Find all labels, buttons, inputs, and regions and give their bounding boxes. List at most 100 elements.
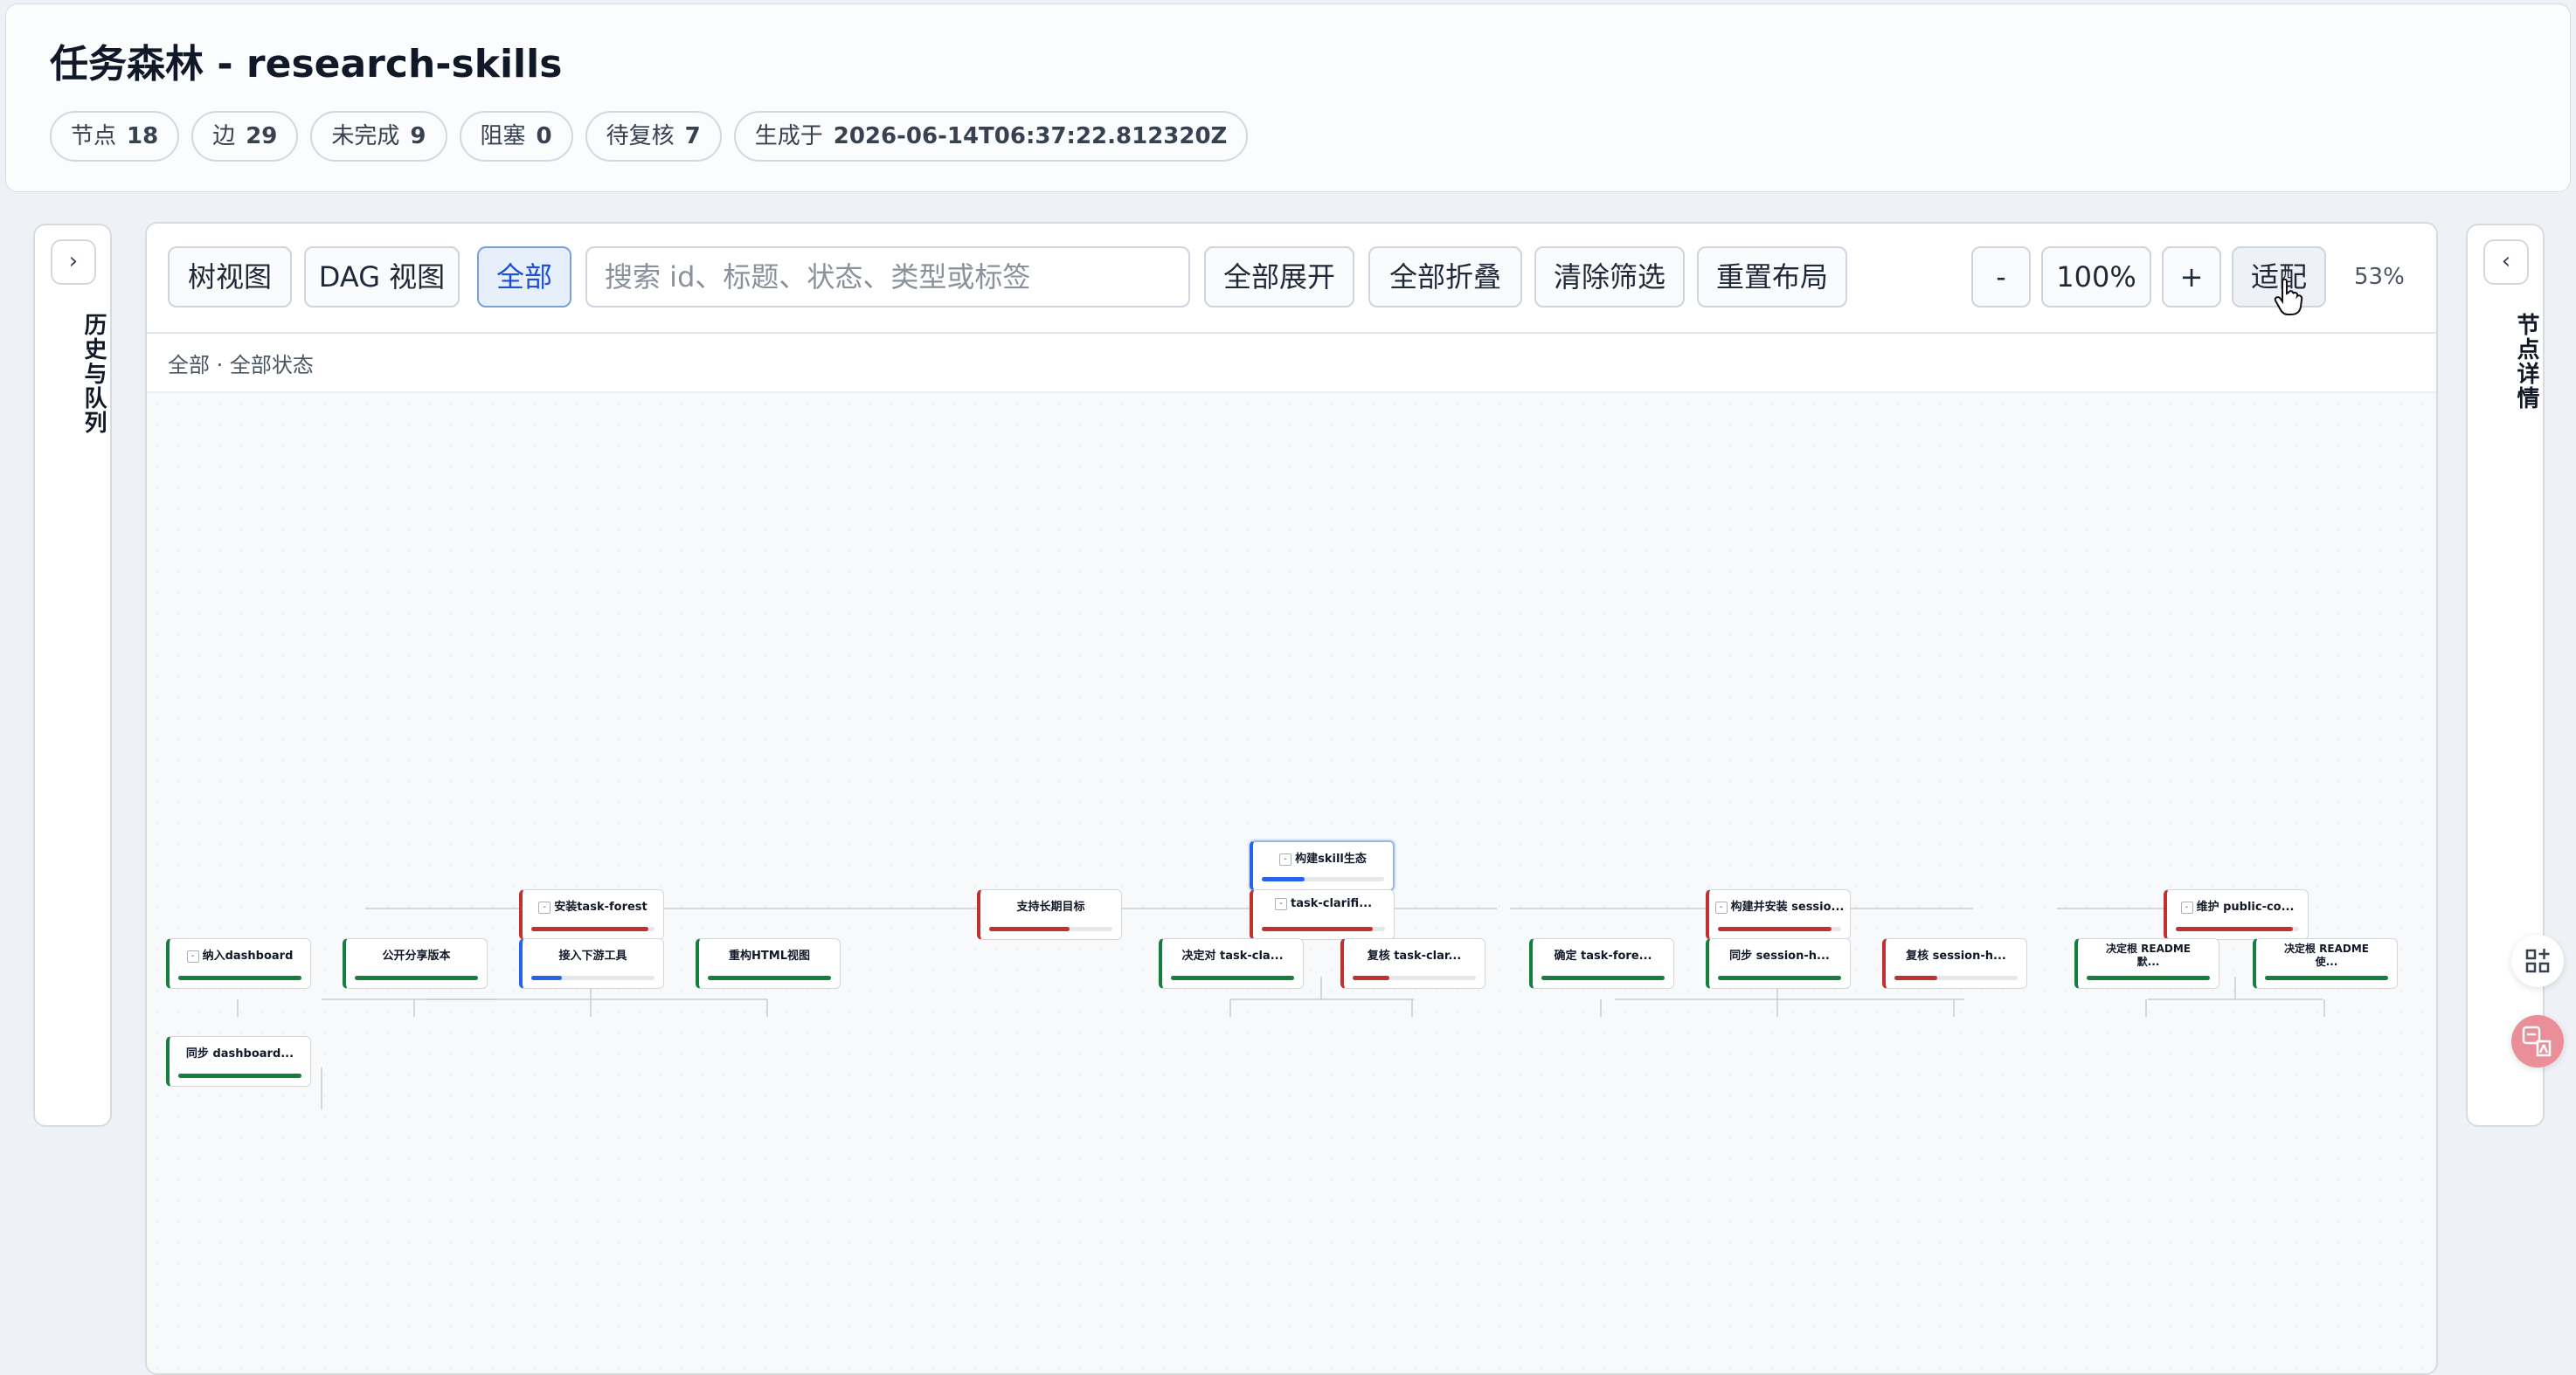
filter-status-bar: 全部 · 全部状态 [147, 334, 2436, 393]
tree-node[interactable]: 复核 session-h... [1882, 938, 2027, 989]
node-title-text: 支持长期目标 [1016, 901, 1085, 914]
translate-float-button[interactable] [2511, 1015, 2564, 1068]
tree-node[interactable]: 同步 session-h... [1706, 938, 1851, 989]
zoom-in-button[interactable]: + [2162, 246, 2221, 307]
node-progress-fill [531, 927, 648, 931]
expand-all-button[interactable]: 全部展开 [1204, 246, 1354, 307]
node-progress-fill [1894, 976, 1938, 980]
tree-node[interactable]: 确定 task-fore... [1529, 938, 1674, 989]
node-title: 决定根 README 默... [2078, 943, 2219, 969]
collapse-all-button[interactable]: 全部折叠 [1368, 246, 1522, 307]
stat-chip-blocked: 阻塞 0 [459, 111, 573, 162]
filter-status-text: 全部 · 全部状态 [168, 353, 314, 377]
dag-view-button[interactable]: DAG 视图 [304, 246, 460, 307]
node-progress-bar [708, 976, 831, 980]
filter-all-button[interactable]: 全部 [477, 246, 571, 307]
collapse-toggle-icon[interactable]: - [186, 950, 199, 963]
tree-node[interactable]: - 安装task-forest [519, 889, 664, 940]
node-progress-bar [989, 927, 1112, 931]
node-title: 确定 task-fore... [1533, 946, 1673, 963]
node-title-text: 重构HTML视图 [729, 950, 810, 963]
history-queue-label: 历史与队列 [80, 313, 107, 435]
graph-canvas[interactable]: - 构建skill生态 - 安装task-forest 支持长期目标 - task-clar… [147, 393, 2436, 1373]
clear-filters-button[interactable]: 清除筛选 [1534, 246, 1685, 307]
stats-chips: 节点 18 边 29 未完成 9 阻塞 0 待复核 7 生成于 2026-06-14T06:… [50, 111, 1249, 162]
translate-icon [2522, 1026, 2552, 1057]
grid-plus-icon [2525, 949, 2550, 973]
tree-node[interactable]: - 构建skill生态 [1250, 840, 1395, 891]
node-title-text: 构建skill生态 [1295, 853, 1367, 866]
node-title: 复核 session-h... [1886, 946, 2026, 963]
node-title-text: 决定根 README 默... [2105, 943, 2191, 968]
node-progress-bar [2176, 927, 2299, 931]
node-detail-label: 节点详情 [2513, 313, 2539, 411]
collapse-toggle-icon[interactable]: - [2180, 901, 2193, 914]
tree-node[interactable]: 决定根 README 使... [2253, 938, 2398, 989]
tree-node[interactable]: 重构HTML视图 [696, 938, 841, 989]
collapse-toggle-icon[interactable]: - [1279, 853, 1292, 866]
apps-float-button[interactable] [2511, 935, 2564, 987]
tree-node[interactable]: 决定对 task-cla... [1159, 938, 1304, 989]
node-title: - task-clarifi... [1253, 897, 1394, 910]
node-progress-fill [1171, 976, 1294, 980]
tree-node[interactable]: - 纳入dashboard [166, 938, 311, 989]
tree-node[interactable]: 支持长期目标 [977, 889, 1122, 940]
stat-chip-incomplete: 未完成 9 [310, 111, 447, 162]
node-progress-fill [708, 976, 831, 980]
expand-right-panel-button[interactable]: ‹ [2483, 239, 2529, 285]
node-progress-fill [178, 1074, 301, 1078]
node-title-text: 公开分享版本 [382, 950, 451, 963]
node-progress-fill [2176, 927, 2293, 931]
node-title: 同步 dashboard... [170, 1044, 310, 1061]
reset-layout-button[interactable]: 重置布局 [1697, 246, 1847, 307]
stat-chip-nodes: 节点 18 [50, 111, 180, 162]
hand-cursor-icon [2274, 278, 2303, 315]
zoom-value[interactable]: 100% [2041, 246, 2151, 307]
node-title: - 纳入dashboard [170, 946, 310, 963]
node-title: 决定对 task-cla... [1162, 946, 1303, 963]
tree-node[interactable]: 决定根 README 默... [2074, 938, 2219, 989]
node-title-text: 决定根 README 使... [2283, 943, 2369, 968]
search-input[interactable] [585, 246, 1190, 307]
node-title-text: 纳入dashboard [202, 950, 294, 963]
expand-left-panel-button[interactable]: › [51, 239, 96, 285]
node-progress-fill [1262, 927, 1373, 931]
node-progress-bar [355, 976, 478, 980]
tree-node[interactable]: - task-clarifi... [1250, 889, 1395, 940]
tree-node[interactable]: 接入下游工具 [519, 938, 664, 989]
history-queue-panel: › 历史与队列 [33, 224, 112, 1127]
tree-node[interactable]: - 维护 public-co... [2164, 889, 2309, 940]
node-title: 复核 task-clar... [1344, 946, 1485, 963]
zoom-out-button[interactable]: - [1971, 246, 2031, 307]
node-progress-bar [178, 1074, 301, 1078]
node-title-text: 复核 task-clar... [1367, 950, 1462, 963]
tree-view-button[interactable]: 树视图 [168, 246, 292, 307]
node-progress-bar [1262, 877, 1384, 881]
tree-node[interactable]: 同步 dashboard... [166, 1036, 311, 1087]
node-progress-fill [178, 976, 301, 980]
page-title: 任务森林 - research-skills [50, 42, 563, 86]
collapse-toggle-icon[interactable]: - [1274, 897, 1287, 910]
node-title-text: 安装task-forest [554, 901, 647, 914]
stat-chip-pending-review: 待复核 7 [585, 111, 722, 162]
toolbar: 树视图 DAG 视图 全部 全部展开 全部折叠 清除筛选 重置布局 - 100%… [147, 224, 2436, 334]
node-progress-fill [1541, 976, 1665, 980]
node-progress-bar [1353, 976, 1476, 980]
node-title: - 构建并安装 sessio... [1709, 897, 1850, 914]
tree-node[interactable]: 公开分享版本 [343, 938, 488, 989]
collapse-toggle-icon[interactable]: - [538, 901, 551, 914]
node-detail-panel: ‹ 节点详情 [2466, 224, 2545, 1127]
node-title-text: 复核 session-h... [1906, 950, 2006, 963]
tree-node[interactable]: - 构建并安装 sessio... [1706, 889, 1851, 940]
zoom-readout: 53% [2354, 264, 2405, 290]
page-header: 任务森林 - research-skills 节点 18 边 29 未完成 9 阻塞 0… [5, 3, 2571, 192]
stat-chip-edges: 边 29 [191, 111, 299, 162]
node-progress-bar [1718, 927, 1841, 931]
node-progress-fill [2087, 976, 2210, 980]
node-title: 公开分享版本 [346, 946, 487, 963]
node-progress-bar [1541, 976, 1665, 980]
tree-node[interactable]: 复核 task-clar... [1340, 938, 1485, 989]
node-title: 决定根 README 使... [2256, 943, 2397, 969]
node-progress-bar [531, 927, 654, 931]
collapse-toggle-icon[interactable]: - [1714, 901, 1728, 914]
